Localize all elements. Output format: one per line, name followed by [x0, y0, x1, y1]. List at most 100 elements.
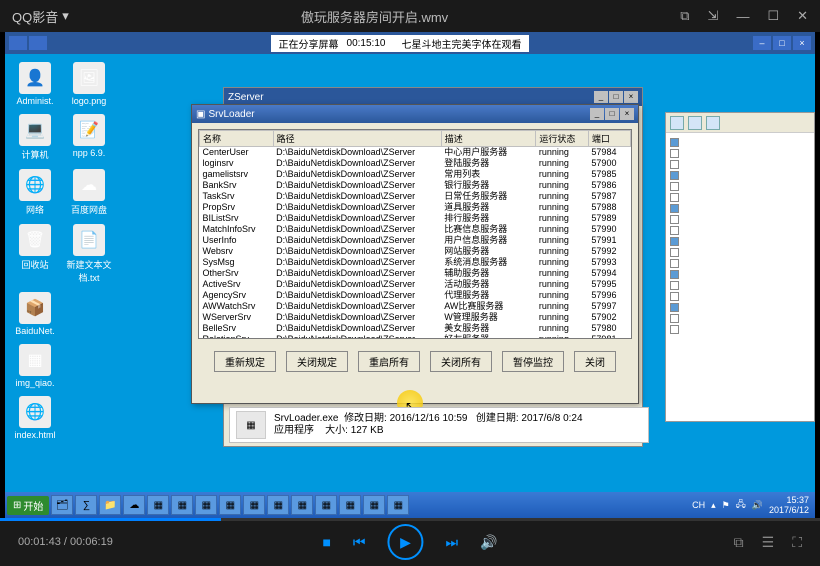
- playlist-icon[interactable]: ☰: [762, 534, 775, 551]
- prev-button[interactable]: ⏮: [353, 534, 366, 551]
- desktop-icon[interactable]: 🗑回收站: [11, 224, 59, 284]
- srvloader-max-icon[interactable]: □: [605, 108, 619, 120]
- checkbox-icon[interactable]: [670, 270, 679, 279]
- remote-min-icon[interactable]: –: [753, 36, 771, 50]
- taskbar-item[interactable]: ▦: [339, 495, 361, 515]
- checkbox-icon[interactable]: [670, 281, 679, 290]
- table-row[interactable]: SysMsgD:\BaiduNetdiskDownload\ZServer系统消…: [200, 257, 631, 268]
- srvloader-close-icon[interactable]: ×: [620, 108, 634, 120]
- desktop-icon[interactable]: 💻计算机: [11, 114, 59, 161]
- fullscreen-icon[interactable]: ⛶: [792, 534, 802, 551]
- checkbox-icon[interactable]: [670, 314, 679, 323]
- list-item[interactable]: [670, 225, 810, 236]
- taskbar-item[interactable]: ▦: [267, 495, 289, 515]
- desktop-icon[interactable]: 📦BaiduNet.: [11, 292, 59, 336]
- tray-flag-icon[interactable]: ⚑: [722, 500, 730, 511]
- list-item[interactable]: [670, 258, 810, 269]
- table-row[interactable]: WServerSrvD:\BaiduNetdiskDownload\ZServe…: [200, 312, 631, 323]
- desktop-icon[interactable]: 🌐index.html: [11, 396, 59, 440]
- tray-vol-icon[interactable]: 🔊: [752, 500, 763, 511]
- zserver-min-icon[interactable]: _: [594, 91, 608, 103]
- taskbar-item[interactable]: ▦: [147, 495, 169, 515]
- table-row[interactable]: ActiveSrvD:\BaiduNetdiskDownload\ZServer…: [200, 279, 631, 290]
- checkbox-icon[interactable]: [670, 171, 679, 180]
- table-row[interactable]: gamelistsrvD:\BaiduNetdiskDownload\ZServ…: [200, 169, 631, 180]
- desktop-icon[interactable]: 👤Administ.: [11, 62, 59, 106]
- taskbar-item[interactable]: 🗂: [51, 495, 73, 515]
- table-row[interactable]: loginsrvD:\BaiduNetdiskDownload\ZServer登…: [200, 158, 631, 169]
- nav-back-icon[interactable]: [670, 116, 684, 130]
- desktop-icon[interactable]: 📝npp 6.9.: [65, 114, 113, 161]
- action-button[interactable]: 关闭: [574, 351, 616, 372]
- zserver-close-icon[interactable]: ×: [624, 91, 638, 103]
- table-row[interactable]: BelleSrvD:\BaiduNetdiskDownload\ZServer美…: [200, 323, 631, 334]
- maximize-icon[interactable]: ☐: [767, 8, 779, 24]
- srvloader-min-icon[interactable]: _: [590, 108, 604, 120]
- list-item[interactable]: [670, 313, 810, 324]
- progress-bar[interactable]: [0, 518, 820, 521]
- checkbox-icon[interactable]: [670, 226, 679, 235]
- pin-icon[interactable]: ⇲: [708, 8, 719, 24]
- table-row[interactable]: OtherSrvD:\BaiduNetdiskDownload\ZServer辅…: [200, 268, 631, 279]
- minimize-icon[interactable]: —: [736, 9, 749, 24]
- volume-button[interactable]: 🔊: [480, 534, 497, 551]
- snapshot-icon[interactable]: ⧉: [734, 534, 744, 551]
- table-row[interactable]: PropSrvD:\BaiduNetdiskDownload\ZServer道具…: [200, 202, 631, 213]
- checkbox-icon[interactable]: [670, 160, 679, 169]
- taskbar-item[interactable]: ☁: [123, 495, 145, 515]
- checkbox-icon[interactable]: [670, 182, 679, 191]
- start-button[interactable]: ⊞开始: [7, 496, 49, 515]
- tray-clock[interactable]: 15:372017/6/12: [769, 495, 809, 515]
- desktop-icon[interactable]: ☁百度网盘: [65, 169, 113, 216]
- server-table[interactable]: 名称路径描述运行状态端口 CenterUserD:\BaiduNetdiskDo…: [198, 129, 632, 339]
- checkbox-icon[interactable]: [670, 325, 679, 334]
- list-item[interactable]: [670, 269, 810, 280]
- checkbox-icon[interactable]: [670, 193, 679, 202]
- list-item[interactable]: [670, 159, 810, 170]
- column-header[interactable]: 运行状态: [536, 131, 589, 147]
- action-button[interactable]: 关闭规定: [286, 351, 348, 372]
- table-row[interactable]: AgencySrvD:\BaiduNetdiskDownload\ZServer…: [200, 290, 631, 301]
- table-row[interactable]: CenterUserD:\BaiduNetdiskDownload\ZServe…: [200, 147, 631, 159]
- checkbox-icon[interactable]: [670, 237, 679, 246]
- table-row[interactable]: AWWatchSrvD:\BaiduNetdiskDownload\ZServe…: [200, 301, 631, 312]
- list-item[interactable]: [670, 203, 810, 214]
- play-button[interactable]: ▶: [388, 524, 424, 560]
- taskbar-item[interactable]: ▦: [291, 495, 313, 515]
- action-button[interactable]: 重新规定: [214, 351, 276, 372]
- checkbox-icon[interactable]: [670, 248, 679, 257]
- zserver-max-icon[interactable]: □: [609, 91, 623, 103]
- tray-caret-icon[interactable]: ▴: [711, 500, 716, 511]
- desktop-icon[interactable]: 🌐网络: [11, 169, 59, 216]
- column-header[interactable]: 描述: [441, 131, 536, 147]
- remote-close-icon[interactable]: ×: [793, 36, 811, 50]
- next-button[interactable]: ⏭: [446, 534, 459, 551]
- cast-icon[interactable]: ⧉: [680, 8, 689, 24]
- list-item[interactable]: [670, 192, 810, 203]
- list-item[interactable]: [670, 148, 810, 159]
- table-row[interactable]: WebsrvD:\BaiduNetdiskDownload\ZServer网站服…: [200, 246, 631, 257]
- table-row[interactable]: BankSrvD:\BaiduNetdiskDownload\ZServer银行…: [200, 180, 631, 191]
- taskbar-item[interactable]: ▦: [171, 495, 193, 515]
- column-header[interactable]: 端口: [588, 131, 630, 147]
- taskbar-item[interactable]: ▦: [195, 495, 217, 515]
- taskbar-item[interactable]: ▦: [243, 495, 265, 515]
- lang-indicator[interactable]: CH: [692, 500, 705, 510]
- action-button[interactable]: 重启所有: [358, 351, 420, 372]
- checkbox-icon[interactable]: [670, 292, 679, 301]
- checkbox-icon[interactable]: [670, 149, 679, 158]
- list-item[interactable]: [670, 280, 810, 291]
- taskbar-item[interactable]: ▦: [363, 495, 385, 515]
- list-item[interactable]: [670, 181, 810, 192]
- column-header[interactable]: 名称: [200, 131, 274, 147]
- taskbar-item[interactable]: ▦: [315, 495, 337, 515]
- list-item[interactable]: [670, 236, 810, 247]
- table-row[interactable]: RelationSrvD:\BaiduNetdiskDownload\ZServ…: [200, 334, 631, 339]
- list-item[interactable]: [670, 137, 810, 148]
- checkbox-icon[interactable]: [670, 215, 679, 224]
- table-row[interactable]: UserInfoD:\BaiduNetdiskDownload\ZServer用…: [200, 235, 631, 246]
- desktop-icon[interactable]: ▦img_qiao.: [11, 344, 59, 388]
- player-logo[interactable]: QQ影音 ▾: [12, 7, 69, 26]
- checkbox-icon[interactable]: [670, 259, 679, 268]
- tray-net-icon[interactable]: 🖧: [736, 497, 746, 513]
